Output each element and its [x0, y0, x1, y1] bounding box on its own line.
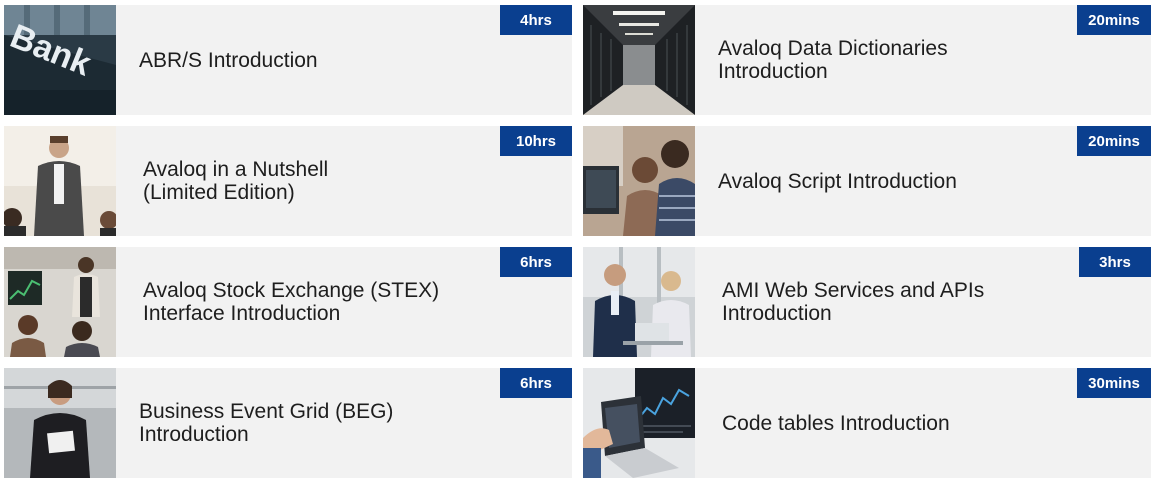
course-thumbnail-meeting-room: [4, 247, 116, 357]
course-card-beg[interactable]: Business Event Grid (BEG) Introduction 6…: [4, 368, 572, 478]
course-title: Avaloq Stock Exchange (STEX) Interface I…: [143, 279, 440, 325]
course-thumbnail-business-meeting: [583, 247, 695, 357]
duration-badge: 20mins: [1077, 5, 1151, 35]
course-thumbnail-server-room: [583, 5, 695, 115]
course-title: AMI Web Services and APIs Introduction: [722, 279, 985, 325]
course-title: Avaloq Data Dictionaries Introduction: [718, 37, 948, 83]
course-thumbnail-bank: Bank: [4, 5, 116, 115]
course-thumbnail-presenter: [4, 126, 116, 236]
course-card-code-tables[interactable]: Code tables Introduction 30mins: [583, 368, 1151, 478]
duration-badge: 4hrs: [500, 5, 572, 35]
course-card-avaloq-nutshell[interactable]: Avaloq in a Nutshell (Limited Edition) 1…: [4, 126, 572, 236]
duration-badge: 10hrs: [500, 126, 572, 156]
course-title: Code tables Introduction: [722, 411, 950, 435]
course-title: Business Event Grid (BEG) Introduction: [139, 400, 394, 446]
course-card-data-dictionaries[interactable]: Avaloq Data Dictionaries Introduction 20…: [583, 5, 1151, 115]
course-thumbnail-woman-with-tablet: [4, 368, 116, 478]
course-card-abrs[interactable]: Bank ABR/S Introduction 4hrs: [4, 5, 572, 115]
course-title: Avaloq in a Nutshell (Limited Edition): [143, 158, 329, 204]
duration-badge: 6hrs: [500, 368, 572, 398]
course-title: Avaloq Script Introduction: [718, 169, 957, 193]
course-thumbnail-team-at-computer: [583, 126, 695, 236]
course-card-avaloq-script[interactable]: Avaloq Script Introduction 20mins: [583, 126, 1151, 236]
course-title: ABR/S Introduction: [139, 48, 318, 72]
course-card-ami-web-services[interactable]: AMI Web Services and APIs Introduction 3…: [583, 247, 1151, 357]
course-thumbnail-laptop-charts: [583, 368, 695, 478]
duration-badge: 30mins: [1077, 368, 1151, 398]
duration-badge: 20mins: [1077, 126, 1151, 156]
course-card-stex[interactable]: Avaloq Stock Exchange (STEX) Interface I…: [4, 247, 572, 357]
duration-badge: 3hrs: [1079, 247, 1151, 277]
duration-badge: 6hrs: [500, 247, 572, 277]
